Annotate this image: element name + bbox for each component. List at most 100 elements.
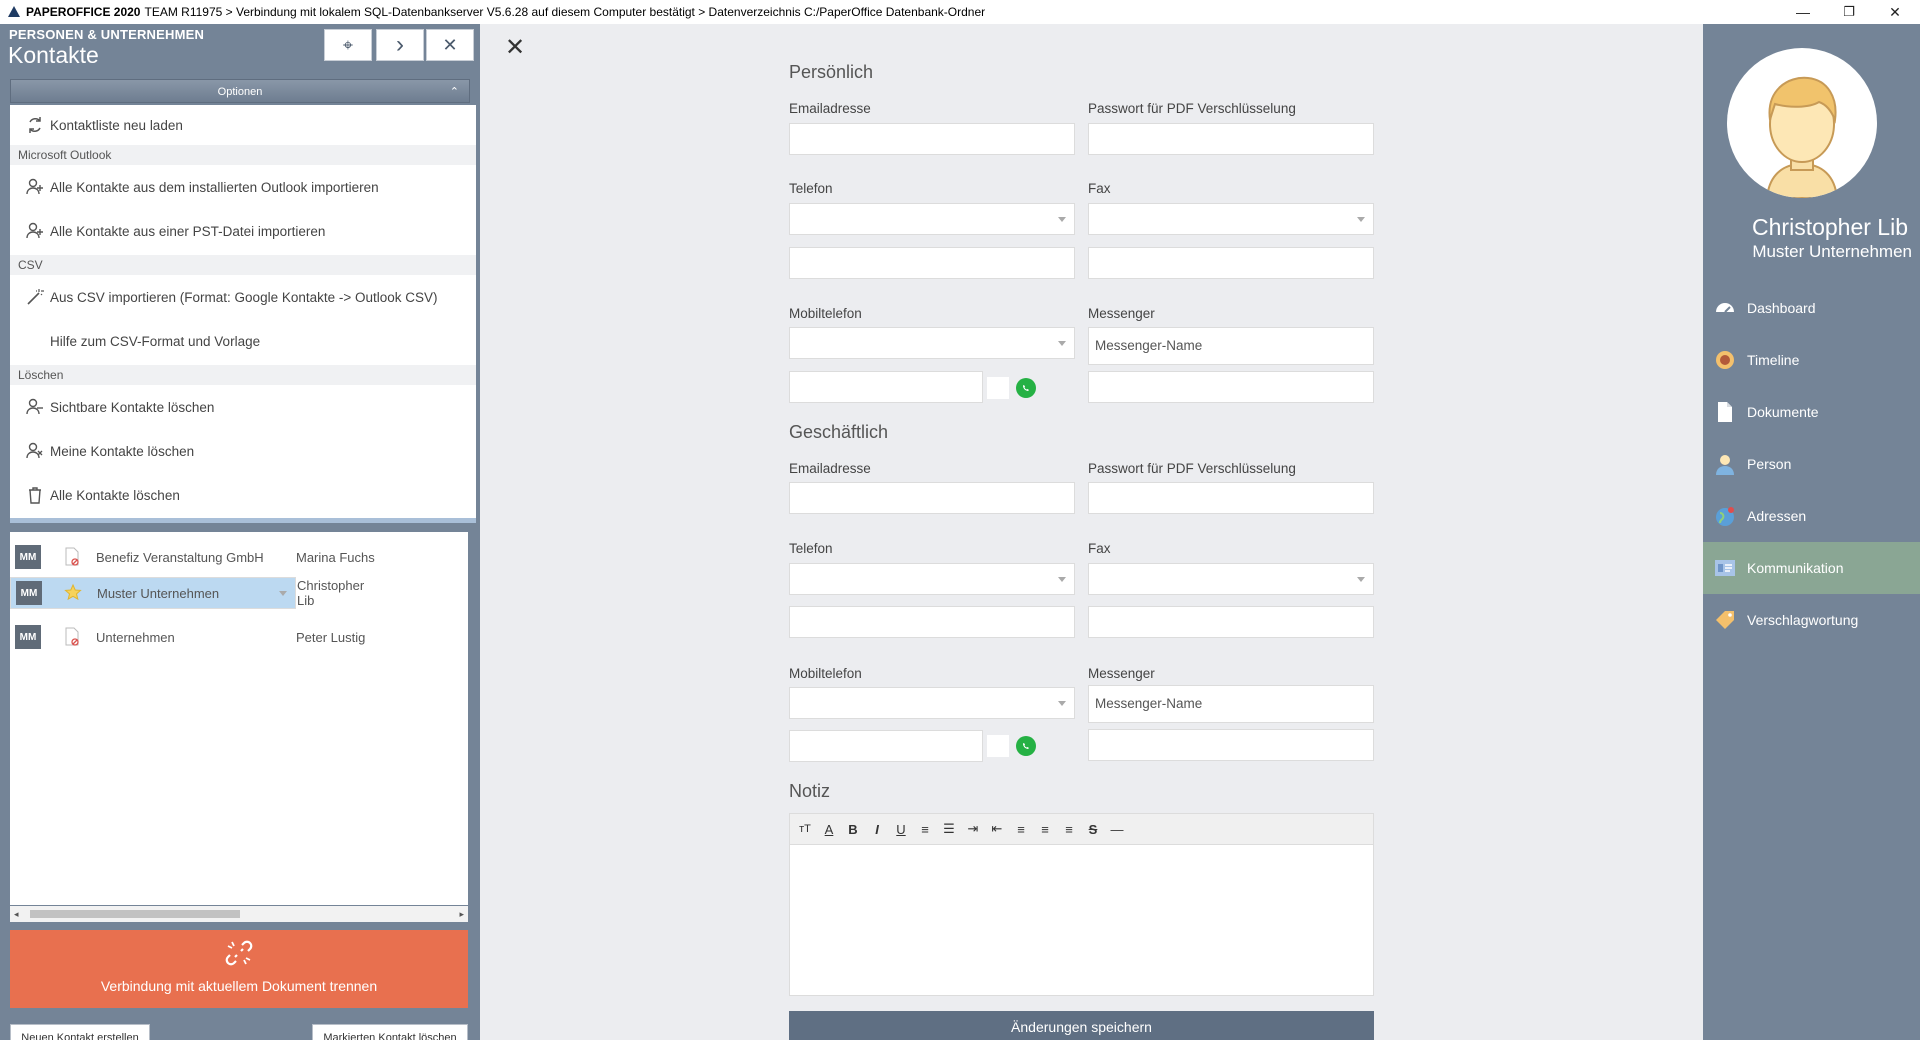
nav-label: Dokumente (1747, 404, 1819, 420)
close-panel-button[interactable]: ✕ (426, 29, 474, 61)
close-form-button[interactable]: ✕ (505, 33, 525, 62)
personal-phone-input[interactable] (789, 247, 1075, 279)
options-header[interactable]: Optionen ⌃ (10, 79, 470, 103)
personal-fax-type-select[interactable] (1088, 203, 1374, 235)
crosshair-icon: ⌖ (342, 34, 354, 55)
align-left-icon[interactable]: ≡ (1012, 822, 1030, 837)
business-mobile-input[interactable] (789, 730, 983, 762)
font-color-icon[interactable]: A (820, 822, 838, 837)
delete-marked-button[interactable]: Markierten Kontakt löschen (312, 1024, 468, 1040)
personal-messenger-input[interactable]: Messenger-Name (1088, 327, 1374, 365)
business-messenger-input[interactable]: Messenger-Name (1088, 685, 1374, 723)
gauge-icon (1713, 296, 1737, 320)
nav-documents[interactable]: Dokumente (1703, 386, 1920, 438)
whatsapp-icon[interactable] (1016, 736, 1036, 756)
scroll-right-icon[interactable]: ▸ (459, 906, 464, 922)
menu-import-csv-label: Aus CSV importieren (Format: Google Kont… (50, 289, 438, 305)
app-name: PAPEROFFICE 2020 (26, 5, 141, 19)
panel-title: Kontakte (8, 42, 99, 68)
horizontal-scrollbar[interactable]: ◂ ▸ (10, 906, 468, 922)
outdent-icon[interactable]: ⇤ (988, 821, 1006, 837)
personal-fax-label: Fax (1088, 181, 1111, 196)
personal-whatsapp-checkbox[interactable] (987, 377, 1009, 399)
menu-import-outlook[interactable]: Alle Kontakte aus dem installierten Outl… (10, 167, 476, 207)
scroll-left-icon[interactable]: ◂ (14, 906, 19, 922)
business-phone-label: Telefon (789, 541, 833, 556)
network-button[interactable]: ⌖ (324, 29, 372, 61)
person-icon (1713, 452, 1737, 476)
note-editor[interactable] (789, 845, 1374, 996)
business-fax-type-select[interactable] (1088, 563, 1374, 595)
close-window-button[interactable]: ✕ (1872, 0, 1918, 24)
save-changes-button[interactable]: Änderungen speichern (789, 1011, 1374, 1040)
menu-delete-all-label: Alle Kontakte löschen (50, 487, 180, 503)
business-phone-input[interactable] (789, 606, 1075, 638)
restore-button[interactable]: ❐ (1826, 0, 1872, 24)
contact-badge: MM (15, 545, 41, 569)
menu-import-csv[interactable]: Aus CSV importieren (Format: Google Kont… (10, 277, 476, 317)
personal-heading: Persönlich (789, 62, 874, 82)
personal-mobile-input[interactable] (789, 371, 983, 403)
close-icon: ✕ (442, 34, 458, 55)
magic-wand-icon (20, 287, 50, 307)
menu-reload[interactable]: Kontaktliste neu laden (10, 105, 476, 145)
contact-company: Benefiz Veranstaltung GmbH (96, 549, 264, 565)
table-row[interactable]: MM Benefiz Veranstaltung GmbH Marina Fuc… (10, 537, 468, 577)
personal-email-input[interactable] (789, 123, 1075, 155)
contacts-panel: PERSONEN & UNTERNEHMEN Kontakte ⌖ › ✕ Op… (0, 24, 480, 1040)
strikethrough-icon[interactable]: S (1084, 822, 1102, 837)
whatsapp-icon[interactable] (1016, 378, 1036, 398)
personal-pdf-pw-label: Passwort für PDF Verschlüsselung (1088, 101, 1296, 116)
next-button[interactable]: › (376, 29, 424, 61)
nav-dashboard[interactable]: Dashboard (1703, 282, 1920, 334)
table-row[interactable]: MM Unternehmen Peter Lustig (10, 617, 468, 657)
personal-pdf-pw-input[interactable] (1088, 123, 1374, 155)
font-size-icon[interactable]: тT (796, 823, 814, 835)
business-pdf-pw-input[interactable] (1088, 482, 1374, 514)
menu-csv-help[interactable]: Hilfe zum CSV-Format und Vorlage (10, 321, 476, 361)
personal-phone-label: Telefon (789, 181, 833, 196)
business-fax-input[interactable] (1088, 606, 1374, 638)
user-x-icon (20, 441, 50, 461)
nav-label: Kommunikation (1747, 560, 1844, 576)
star-icon (64, 583, 82, 603)
horizontal-rule-icon[interactable]: — (1108, 822, 1126, 837)
nav-tagging[interactable]: Verschlagwortung (1703, 594, 1920, 646)
new-contact-button[interactable]: Neuen Kontakt erstellen (10, 1024, 150, 1040)
indent-icon[interactable]: ⇥ (964, 821, 982, 837)
menu-import-pst[interactable]: Alle Kontakte aus einer PST-Datei import… (10, 211, 476, 251)
contact-card-icon (1713, 556, 1737, 580)
personal-fax-input[interactable] (1088, 247, 1374, 279)
business-messenger-id-input[interactable] (1088, 729, 1374, 761)
nav-person[interactable]: Person (1703, 438, 1920, 490)
table-row[interactable]: MM Muster Unternehmen Christopher Lib (10, 577, 364, 609)
personal-phone-type-select[interactable] (789, 203, 1075, 235)
business-phone-type-select[interactable] (789, 563, 1075, 595)
minimize-button[interactable]: — (1780, 0, 1826, 24)
bold-icon[interactable]: B (844, 822, 862, 837)
nav-communication[interactable]: Kommunikation (1703, 542, 1920, 594)
profile-company: Muster Unternehmen (1752, 242, 1912, 261)
personal-mobile-type-select[interactable] (789, 327, 1075, 359)
nav-addresses[interactable]: Adressen (1703, 490, 1920, 542)
tag-icon (1713, 608, 1737, 632)
nav-label: Dashboard (1747, 300, 1816, 316)
italic-icon[interactable]: I (868, 822, 886, 837)
align-center-icon[interactable]: ≡ (1036, 822, 1054, 837)
align-right-icon[interactable]: ≡ (1060, 822, 1078, 837)
unordered-list-icon[interactable]: ☰ (940, 821, 958, 837)
menu-delete-all[interactable]: Alle Kontakte löschen (10, 475, 476, 515)
personal-messenger-id-input[interactable] (1088, 371, 1374, 403)
business-email-input[interactable] (789, 482, 1075, 514)
menu-delete-visible[interactable]: Sichtbare Kontakte löschen (10, 387, 476, 427)
ordered-list-icon[interactable]: ≡ (916, 822, 934, 837)
business-fax-label: Fax (1088, 541, 1111, 556)
nav-timeline[interactable]: Timeline (1703, 334, 1920, 386)
disconnect-document-button[interactable]: Verbindung mit aktuellem Dokument trenne… (10, 930, 468, 1008)
menu-delete-mine[interactable]: Meine Kontakte löschen (10, 431, 476, 471)
underline-icon[interactable]: U (892, 822, 910, 837)
business-whatsapp-checkbox[interactable] (987, 735, 1009, 757)
avatar (1727, 48, 1877, 198)
scroll-thumb[interactable] (30, 910, 240, 918)
business-mobile-type-select[interactable] (789, 687, 1075, 719)
